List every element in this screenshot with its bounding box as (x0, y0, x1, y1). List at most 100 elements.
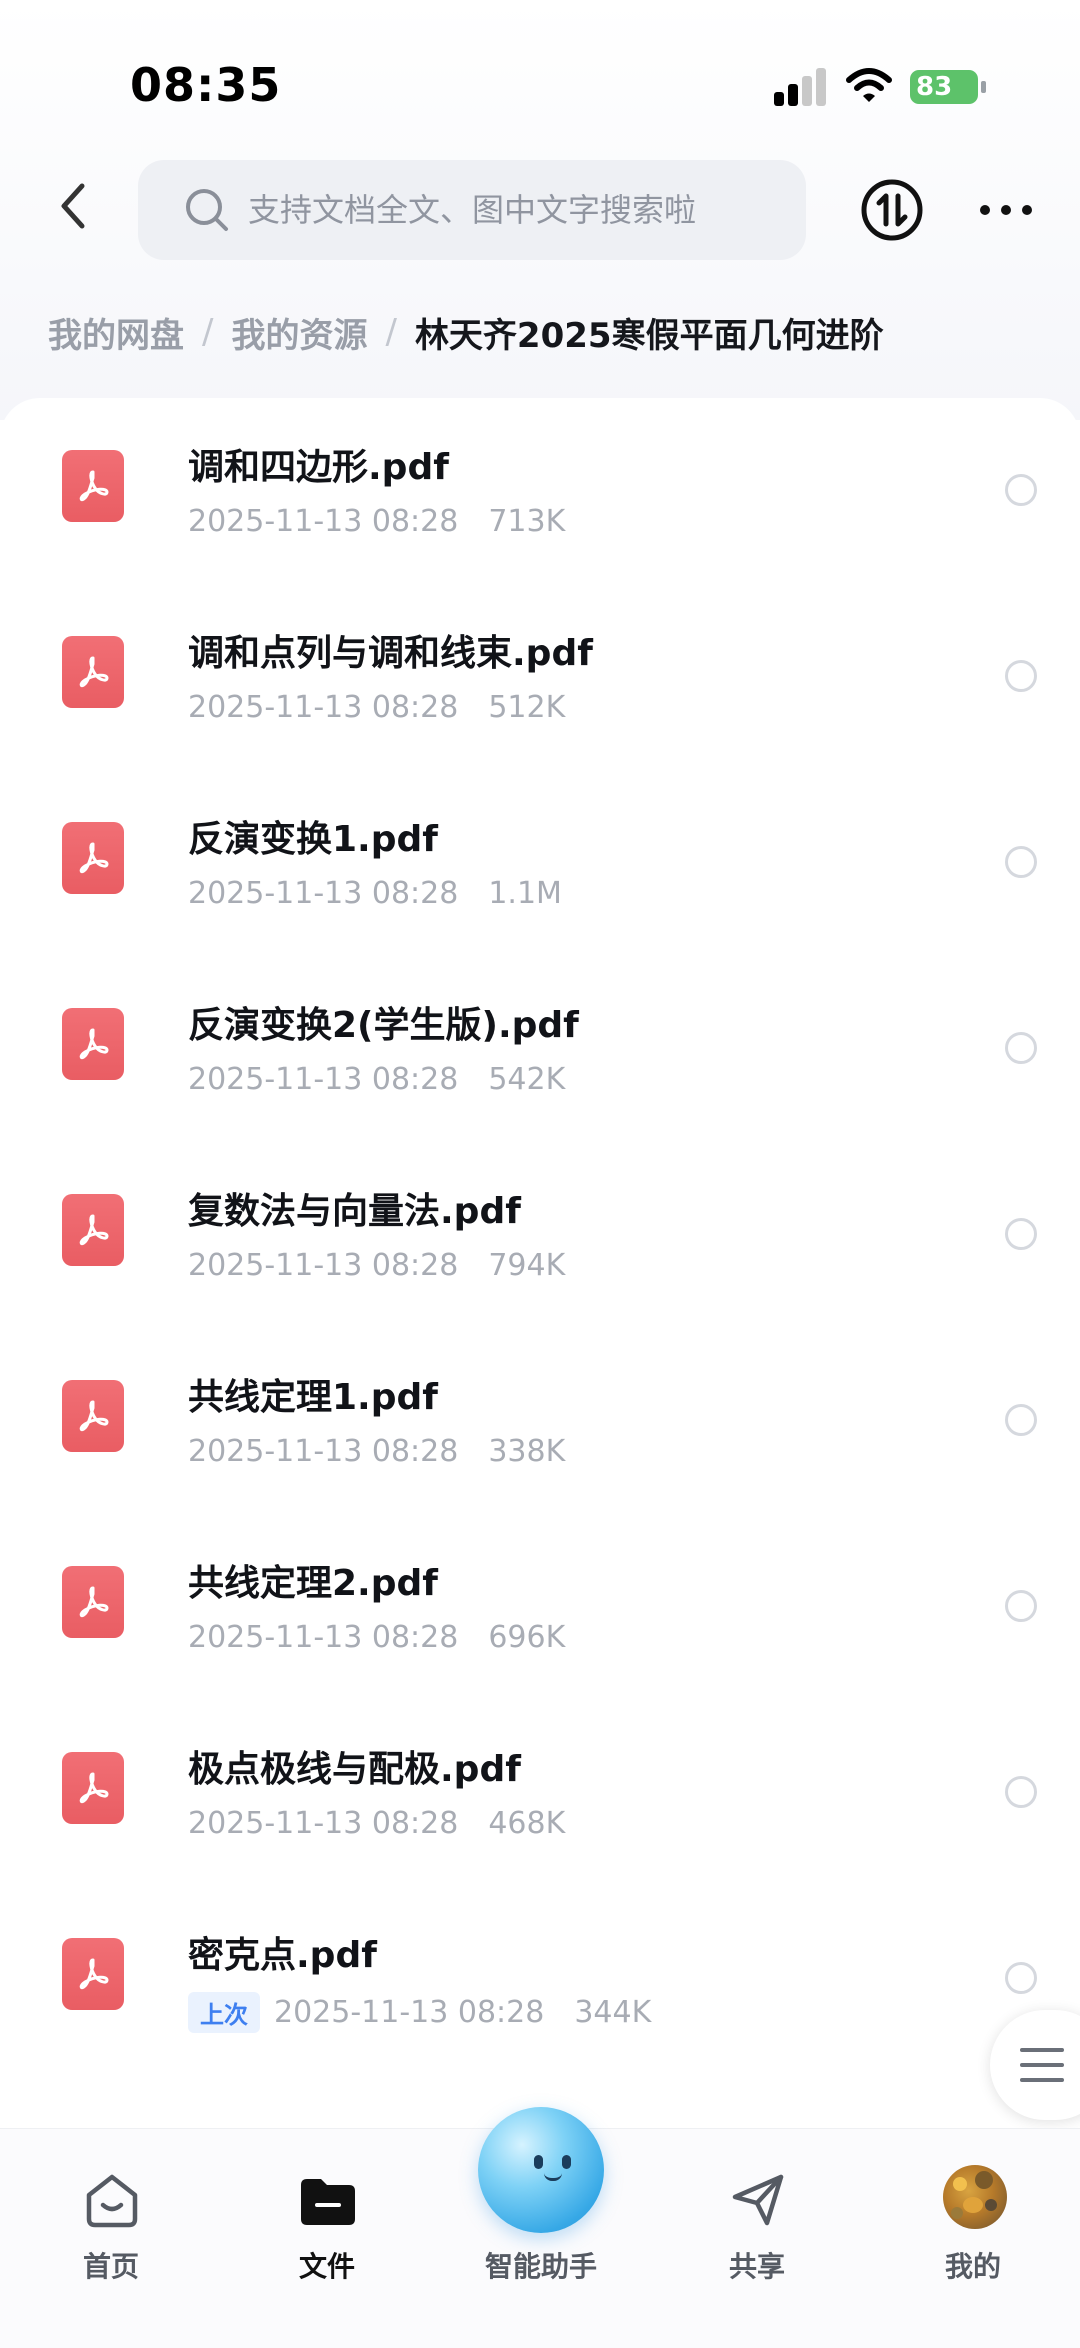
file-meta: 2025-11-13 08:28 1.1M (188, 876, 562, 911)
file-size: 542K (488, 1062, 566, 1097)
file-row[interactable]: 极点极线与配极.pdf 2025-11-13 08:28 468K (0, 1700, 1080, 1886)
cellular-signal-icon (774, 66, 828, 106)
folder-icon (301, 2179, 355, 2225)
breadcrumb-item-my-resources[interactable]: 我的资源 (231, 308, 367, 357)
file-meta: 2025-11-13 08:28 696K (188, 1620, 565, 1655)
pdf-file-icon (62, 1194, 124, 1266)
file-name: 反演变换1.pdf (188, 819, 438, 860)
file-date: 2025-11-13 08:28 (274, 1995, 545, 2030)
battery-level: 83 (916, 72, 953, 102)
file-date: 2025-11-13 08:28 (188, 876, 459, 911)
status-time: 08:35 (130, 58, 282, 112)
select-checkbox[interactable] (1005, 660, 1037, 692)
select-checkbox[interactable] (1005, 1032, 1037, 1064)
breadcrumb-separator: / (202, 312, 214, 352)
profile-avatar (943, 2165, 1007, 2229)
file-meta: 2025-11-13 08:28 338K (188, 1434, 565, 1469)
file-name: 调和点列与调和线束.pdf (188, 633, 593, 674)
more-button[interactable] (978, 200, 1034, 220)
file-meta: 2025-11-13 08:28 468K (188, 1806, 565, 1841)
file-date: 2025-11-13 08:28 (188, 1620, 459, 1655)
pdf-file-icon (62, 1752, 124, 1824)
battery-indicator: 83 (910, 70, 986, 104)
chevron-left-icon (61, 183, 85, 229)
last-opened-badge: 上次 (188, 1992, 260, 2033)
file-date: 2025-11-13 08:28 (188, 1248, 459, 1283)
select-checkbox[interactable] (1005, 474, 1037, 506)
file-row[interactable]: 调和点列与调和线束.pdf 2025-11-13 08:28 512K (0, 584, 1080, 770)
file-size: 338K (488, 1434, 566, 1469)
select-checkbox[interactable] (1005, 1590, 1037, 1622)
select-checkbox[interactable] (1005, 1776, 1037, 1808)
file-meta: 2025-11-13 08:28 713K (188, 504, 565, 539)
select-checkbox[interactable] (1005, 1218, 1037, 1250)
file-size: 1.1M (488, 876, 562, 911)
tab-profile[interactable]: 我的 (898, 2147, 1048, 2297)
hamburger-menu-icon (1020, 2048, 1064, 2052)
orb-eye (562, 2155, 571, 2169)
select-checkbox[interactable] (1005, 846, 1037, 878)
search-icon (186, 189, 228, 231)
assistant-orb-icon (478, 2107, 604, 2233)
file-list: 调和四边形.pdf 2025-11-13 08:28 713K 调和点列与调和线… (0, 398, 1080, 2128)
file-row[interactable]: 反演变换1.pdf 2025-11-13 08:28 1.1M (0, 770, 1080, 956)
tab-share[interactable]: 共享 (682, 2147, 832, 2297)
search-bar[interactable] (138, 160, 806, 260)
file-row[interactable]: 共线定理2.pdf 2025-11-13 08:28 696K (0, 1514, 1080, 1700)
pdf-file-icon (62, 636, 124, 708)
tab-label: 首页 (82, 2250, 139, 2283)
file-name: 密克点.pdf (188, 1935, 377, 1976)
file-row[interactable]: 反演变换2(学生版).pdf 2025-11-13 08:28 542K (0, 956, 1080, 1142)
pdf-file-icon (62, 1566, 124, 1638)
tab-label: 我的 (944, 2250, 1001, 2283)
file-date: 2025-11-13 08:28 (188, 504, 459, 539)
tab-files[interactable]: 文件 (252, 2147, 402, 2297)
file-name: 极点极线与配极.pdf (188, 1749, 521, 1790)
more-horizontal-icon (980, 205, 1032, 215)
search-input[interactable] (248, 191, 768, 229)
select-checkbox[interactable] (1005, 1404, 1037, 1436)
select-checkbox[interactable] (1005, 1962, 1037, 1994)
tab-home[interactable]: 首页 (36, 2147, 186, 2297)
file-size: 713K (488, 504, 566, 539)
orb-mouth (544, 2173, 562, 2181)
hamburger-menu-icon (1020, 2063, 1064, 2067)
file-date: 2025-11-13 08:28 (188, 1434, 459, 1469)
sort-button[interactable] (860, 178, 924, 242)
pdf-file-icon (62, 1380, 124, 1452)
file-row[interactable]: 复数法与向量法.pdf 2025-11-13 08:28 794K (0, 1142, 1080, 1328)
file-row[interactable]: 密克点.pdf 上次 2025-11-13 08:28 344K (0, 1886, 1080, 2072)
battery-cap (981, 81, 986, 93)
back-button[interactable] (50, 178, 100, 234)
pdf-file-icon (62, 1938, 124, 2010)
tab-label: 共享 (728, 2250, 785, 2283)
bottom-tab-bar: 首页 文件 智能助手 共享 我的 (0, 2107, 1080, 2348)
file-name: 反演变换2(学生版).pdf (188, 1005, 579, 1046)
file-meta: 2025-11-13 08:28 512K (188, 690, 565, 725)
orb-eye (534, 2155, 543, 2169)
file-meta: 2025-11-13 08:28 794K (188, 1248, 565, 1283)
file-name: 调和四边形.pdf (188, 447, 449, 488)
sort-toggle-icon (861, 179, 923, 241)
file-size: 344K (574, 1995, 652, 2030)
breadcrumb-item-my-drive[interactable]: 我的网盘 (48, 308, 184, 357)
tab-assistant[interactable]: 智能助手 (466, 2107, 616, 2297)
file-row[interactable]: 共线定理1.pdf 2025-11-13 08:28 338K (0, 1328, 1080, 1514)
pdf-file-icon (62, 1008, 124, 1080)
pdf-file-icon (62, 822, 124, 894)
file-size: 468K (488, 1806, 566, 1841)
breadcrumb: 我的网盘 / 我的资源 / 林天齐2025寒假平面几何进阶 (48, 304, 884, 360)
file-size: 696K (488, 1620, 566, 1655)
share-send-icon (732, 2174, 784, 2226)
file-meta: 2025-11-13 08:28 542K (188, 1062, 565, 1097)
file-size: 512K (488, 690, 566, 725)
breadcrumb-current-folder: 林天齐2025寒假平面几何进阶 (414, 315, 884, 356)
tab-label: 智能助手 (484, 2250, 597, 2283)
file-date: 2025-11-13 08:28 (188, 1806, 459, 1841)
tab-label: 文件 (298, 2250, 355, 2283)
pdf-file-icon (62, 450, 124, 522)
hamburger-menu-icon (1020, 2078, 1064, 2082)
file-row[interactable]: 调和四边形.pdf 2025-11-13 08:28 713K (0, 398, 1080, 584)
file-name: 共线定理2.pdf (188, 1563, 438, 1604)
file-meta: 上次 2025-11-13 08:28 344K (188, 1992, 651, 2033)
